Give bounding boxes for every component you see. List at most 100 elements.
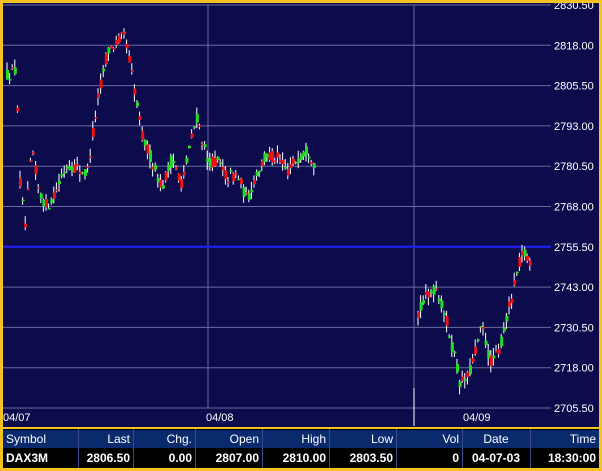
candle-body [489, 355, 493, 366]
candle-body [89, 155, 93, 158]
y-tick-label: 2793.00 [554, 121, 594, 133]
y-tick-label: 2830.50 [554, 3, 594, 12]
candle-body [456, 363, 459, 373]
candle-body [258, 170, 262, 173]
candle-body [164, 171, 168, 181]
y-tick-label: 2743.00 [554, 282, 594, 294]
candle-body [91, 128, 95, 137]
candle-body [224, 170, 228, 180]
candle-body [34, 165, 38, 175]
column-divider [78, 429, 79, 468]
value-time: 18:30:00 [547, 451, 596, 465]
candle-body [167, 164, 171, 171]
candle-body [102, 68, 106, 72]
x-tick-label: 04/08 [206, 412, 234, 424]
candle-body [284, 166, 288, 169]
candle-body [188, 145, 191, 149]
candle-body [47, 208, 51, 210]
header-chg: Chg. [166, 432, 192, 446]
header-date: Date [483, 432, 509, 446]
candle-body [81, 172, 85, 174]
candle-body [427, 291, 431, 298]
candle-body [523, 249, 527, 257]
candle-body [208, 158, 212, 168]
candle-body [515, 271, 519, 274]
candle-body [435, 288, 439, 291]
candle-body [8, 79, 12, 81]
candle-body [19, 178, 22, 187]
candle-body [482, 327, 485, 329]
candle-body [86, 166, 90, 168]
candle-body [279, 159, 282, 163]
candle-body [229, 170, 233, 172]
value-date: 04-07-03 [471, 451, 521, 465]
candle-body [471, 358, 475, 363]
candle-body [312, 163, 316, 168]
candle-body [84, 169, 87, 176]
candle-body [117, 35, 121, 43]
candle-body [21, 199, 25, 202]
price-chart: 2830.50 2818.00 2805.50 2793.00 2780.50 2768.… [3, 3, 594, 426]
candle-body [216, 156, 220, 161]
candle-body [234, 173, 238, 175]
candle-body [307, 156, 311, 159]
candle-body [424, 291, 428, 296]
candle-body [469, 365, 472, 375]
candle-body [203, 144, 207, 148]
y-tick-label: 2818.00 [554, 40, 594, 52]
candle-body [260, 161, 264, 167]
candle-body [437, 298, 441, 302]
candle-body [37, 187, 41, 189]
candle-body [450, 342, 454, 352]
candle-body [221, 166, 225, 170]
candle-body [521, 250, 524, 256]
candle-body [73, 164, 77, 173]
candle-body [78, 171, 82, 175]
chart-panel: 2830.50 2818.00 2805.50 2793.00 2780.50 2768.… [3, 3, 599, 427]
candle-body [266, 153, 269, 158]
candle-body [76, 164, 80, 166]
candle-body [94, 117, 98, 119]
candle-body [141, 131, 145, 141]
candle-body [125, 44, 129, 49]
candle-body [305, 146, 308, 155]
candle-body [445, 316, 449, 326]
candle-body [297, 158, 301, 164]
candle-body [104, 53, 108, 65]
candle-body [276, 152, 280, 158]
candle-body [13, 67, 17, 75]
candle-body [156, 178, 160, 183]
y-tick-label: 2718.00 [554, 363, 594, 375]
candle-body [172, 161, 176, 164]
column-divider [530, 429, 531, 468]
candle-body [232, 173, 236, 182]
candle-body [133, 88, 137, 95]
candle-body [115, 39, 119, 46]
column-divider [462, 429, 463, 468]
candle-body [463, 379, 467, 382]
candle-body [149, 150, 152, 162]
candle-body [195, 113, 199, 123]
candle-body [484, 340, 488, 346]
candle-body [219, 162, 223, 164]
candle-body [211, 156, 215, 168]
candle-body [432, 285, 436, 295]
candle-body [500, 336, 504, 347]
candle-body [461, 376, 465, 381]
header-open: Open [229, 432, 259, 446]
candle-body [206, 158, 210, 162]
candle-body [175, 166, 178, 170]
candle-body [443, 312, 446, 316]
candle-body [474, 346, 478, 355]
candle-body [136, 102, 139, 107]
value-last: 2806.50 [86, 451, 130, 465]
candle-body [198, 125, 202, 127]
candle-body [310, 162, 314, 164]
candle-body [250, 189, 254, 193]
candle-body [63, 171, 67, 174]
candle-body [99, 79, 103, 89]
header-vol: Vol [442, 432, 459, 446]
candle-body [39, 193, 43, 199]
value-low: 2803.50 [349, 451, 393, 465]
candle-body [273, 160, 277, 163]
